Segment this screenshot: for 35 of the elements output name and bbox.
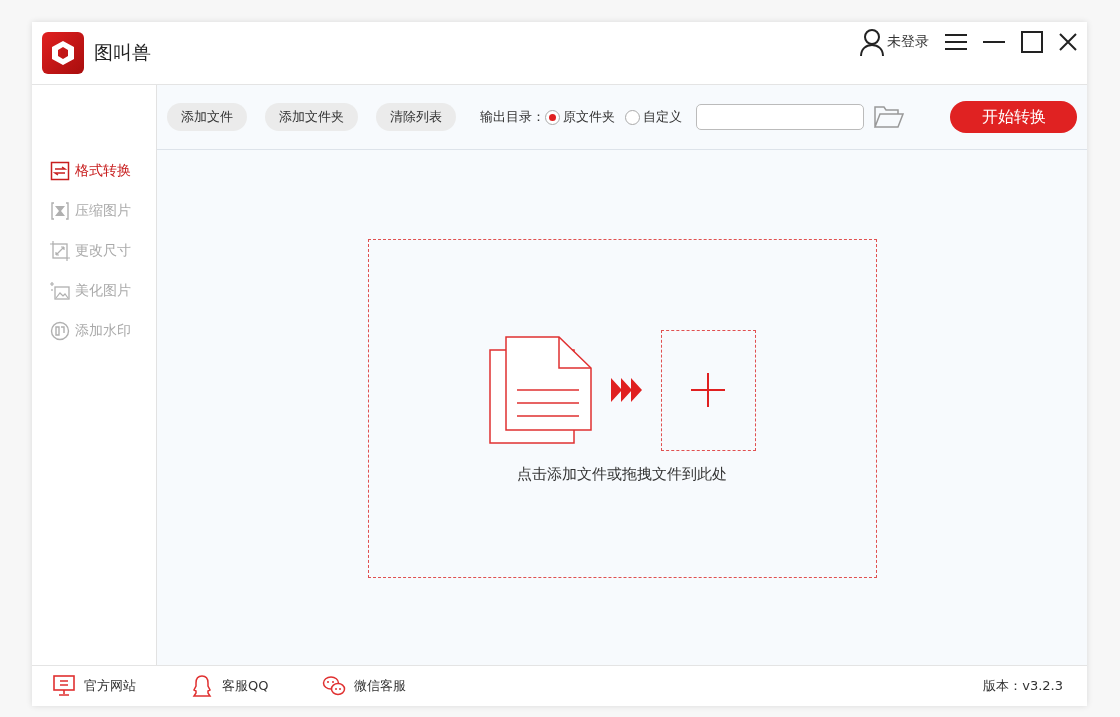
footer-link[interactable]: 客服QQ [190, 674, 269, 698]
version-label: 版本：v3.2.3 [983, 677, 1063, 695]
swap-icon [50, 161, 70, 181]
chat-bubbles-icon [322, 674, 347, 698]
documents-icon [488, 336, 593, 444]
output-path-field[interactable] [696, 104, 864, 130]
drop-zone[interactable]: 点击添加文件或拖拽文件到此处 [367, 239, 877, 578]
penguin-icon [190, 674, 214, 698]
app-name: 图叫兽 [94, 40, 152, 65]
login-link[interactable]: 未登录 [859, 28, 929, 56]
output-radio[interactable]: 原文件夹 [545, 108, 615, 126]
folder-icon[interactable] [874, 106, 904, 128]
arrows-icon [610, 378, 643, 402]
stamp-icon [50, 321, 70, 341]
minimize-icon[interactable] [983, 40, 1005, 44]
resize-icon [50, 241, 70, 261]
compress-icon [50, 201, 70, 221]
toolbar-button[interactable]: 清除列表 [376, 103, 456, 131]
menu-icon[interactable] [945, 33, 967, 51]
add-file-box[interactable] [660, 329, 756, 451]
monitor-icon [52, 674, 76, 698]
output-label: 输出目录： [480, 108, 545, 126]
footer-link[interactable]: 官方网站 [52, 674, 136, 698]
user-icon [859, 28, 885, 56]
toolbar-button[interactable]: 添加文件夹 [265, 103, 358, 131]
start-convert-button[interactable]: 开始转换 [950, 101, 1077, 133]
output-radio[interactable]: 自定义 [625, 108, 682, 126]
footer-link[interactable]: 微信客服 [322, 674, 407, 698]
drop-hint: 点击添加文件或拖拽文件到此处 [517, 464, 727, 484]
maximize-icon[interactable] [1021, 31, 1043, 53]
toolbar-button[interactable]: 添加文件 [167, 103, 247, 131]
app-logo [42, 32, 84, 74]
sidebar-item[interactable]: 格式转换 [32, 161, 156, 181]
close-icon[interactable] [1059, 33, 1077, 51]
image-icon [50, 281, 70, 301]
